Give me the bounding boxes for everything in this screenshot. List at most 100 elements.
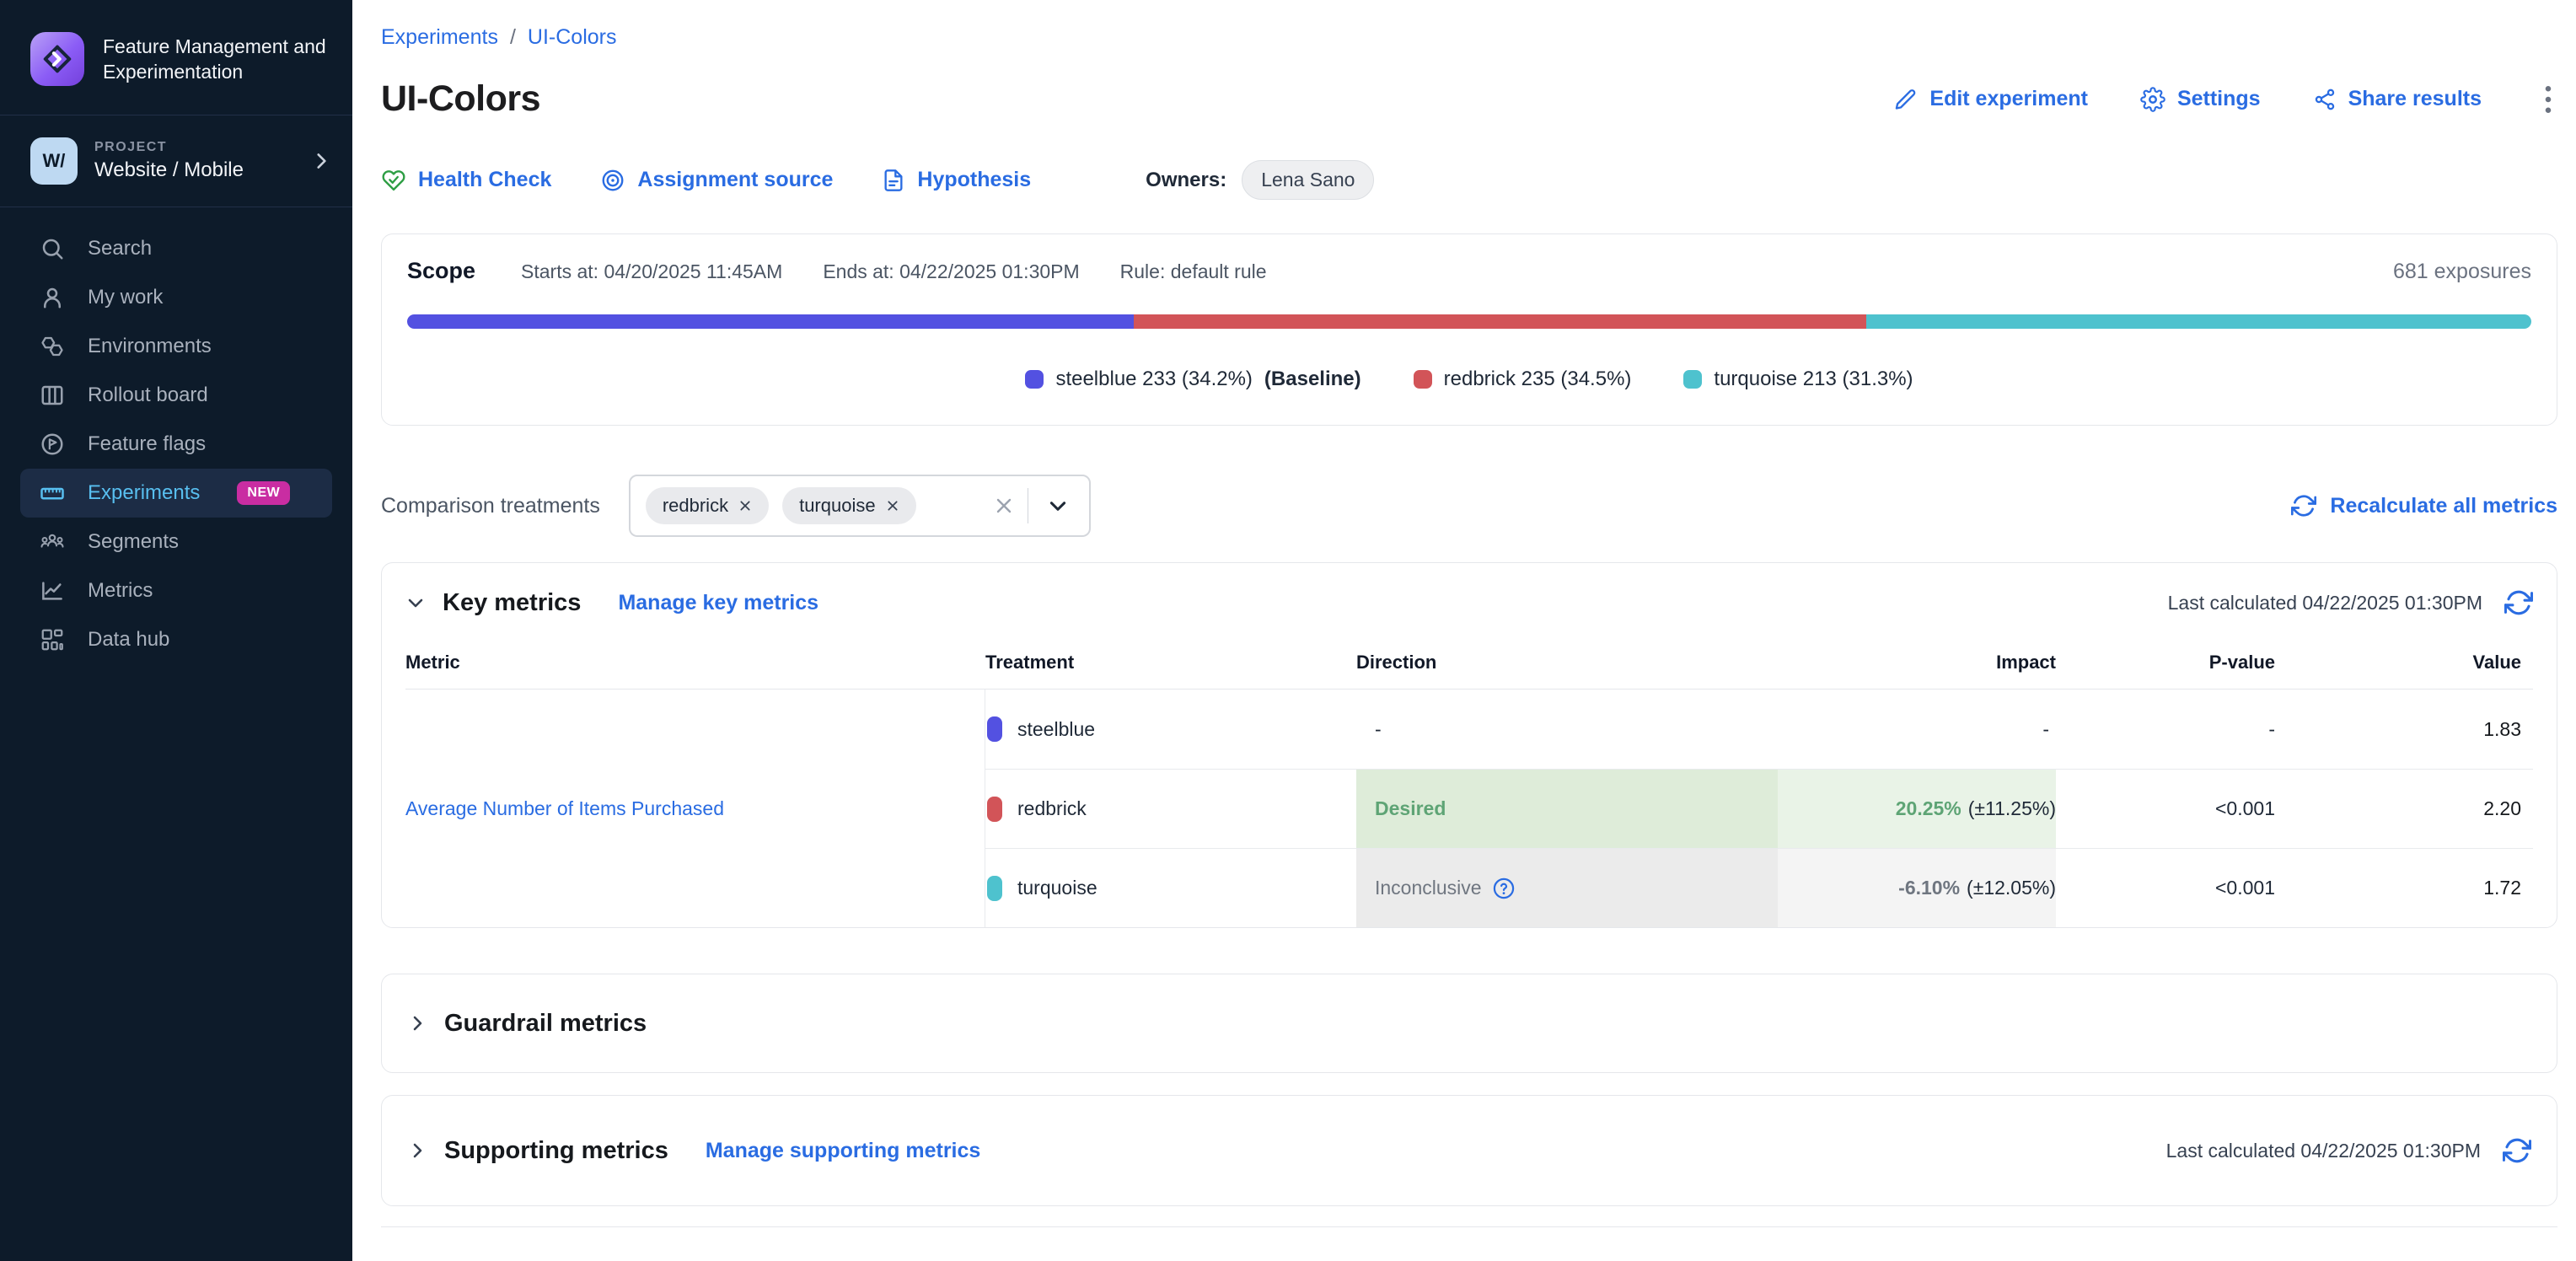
collapse-chevron-down-icon[interactable] xyxy=(405,593,426,613)
sidebar-item-label: My work xyxy=(88,286,163,309)
key-metrics-header: Key metrics Manage key metrics Last calc… xyxy=(382,563,2557,636)
turquoise-swatch xyxy=(1683,370,1702,389)
project-selector[interactable]: W/ PROJECT Website / Mobile xyxy=(0,115,352,207)
sidebar-item-segments[interactable]: Segments xyxy=(20,518,332,566)
treatment-name: turquoise xyxy=(1017,877,1097,899)
supporting-metrics-card[interactable]: Supporting metrics Manage supporting met… xyxy=(381,1095,2557,1206)
metric-cell: Average Number of Items Purchased xyxy=(405,690,985,927)
breadcrumb-experiments-link[interactable]: Experiments xyxy=(381,25,498,50)
redbrick-swatch xyxy=(1414,370,1432,389)
assignment-source-link[interactable]: Assignment source xyxy=(600,168,833,193)
treatment-name: steelblue xyxy=(1017,718,1095,741)
refresh-icon[interactable] xyxy=(2503,1136,2531,1165)
breadcrumb-current-link[interactable]: UI-Colors xyxy=(528,25,617,50)
project-badge: W/ xyxy=(30,137,78,185)
p-value-cell: <0.001 xyxy=(2056,770,2275,848)
settings-button[interactable]: Settings xyxy=(2140,87,2261,112)
scope-starts: Starts at: 04/20/2025 11:45AM xyxy=(521,260,782,283)
divider xyxy=(381,1226,2557,1227)
sidebar-item-label: Data hub xyxy=(88,628,169,652)
table-row: steelblue - - - 1.83 xyxy=(985,690,2533,769)
chip-turquoise[interactable]: turquoise xyxy=(782,487,916,524)
guardrail-metrics-card[interactable]: Guardrail metrics xyxy=(381,974,2557,1073)
refresh-icon[interactable] xyxy=(2504,588,2533,617)
recalculate-label: Recalculate all metrics xyxy=(2330,494,2557,518)
owner-badge[interactable]: Lena Sano xyxy=(1242,160,1374,200)
manage-supporting-metrics-link[interactable]: Manage supporting metrics xyxy=(706,1139,980,1163)
sidebar-item-experiments[interactable]: Experiments NEW xyxy=(20,469,332,518)
collapse-chevron-right-icon[interactable] xyxy=(407,1140,427,1161)
recalculate-all-metrics-button[interactable]: Recalculate all metrics xyxy=(2291,493,2557,518)
heart-check-icon xyxy=(381,168,406,193)
app-logo-icon xyxy=(30,32,84,86)
legend-label: steelblue 233 (34.2%) xyxy=(1055,368,1252,391)
comparison-treatments-label: Comparison treatments xyxy=(381,494,600,518)
sidebar-item-my-work[interactable]: My work xyxy=(20,273,332,322)
scope-ends: Ends at: 04/22/2025 01:30PM xyxy=(823,260,1079,283)
sidebar-item-search[interactable]: Search xyxy=(20,224,332,273)
pencil-icon xyxy=(1894,88,1918,111)
sidebar-item-environments[interactable]: Environments xyxy=(20,322,332,371)
key-metrics-title: Key metrics xyxy=(443,589,581,617)
column-metric: Metric xyxy=(405,652,985,673)
gear-icon xyxy=(2140,87,2165,112)
health-check-link[interactable]: Health Check xyxy=(381,168,551,193)
hypothesis-label: Hypothesis xyxy=(917,168,1031,192)
sidebar: Feature Management and Experimentation W… xyxy=(0,0,352,1261)
legend-label: redbrick 235 (34.5%) xyxy=(1444,368,1632,391)
treatment-name: redbrick xyxy=(1017,797,1087,820)
share-results-label: Share results xyxy=(2348,87,2482,111)
sidebar-item-label: Experiments xyxy=(88,481,200,505)
assignment-source-label: Assignment source xyxy=(637,168,833,192)
impact-cell: -6.10% (±12.05%) xyxy=(1778,849,2056,927)
chevron-down-icon[interactable] xyxy=(1042,495,1074,517)
more-options-button[interactable] xyxy=(2539,80,2557,119)
table-header: Metric Treatment Direction Impact P-valu… xyxy=(405,636,2533,690)
clear-selection-icon[interactable] xyxy=(994,496,1014,516)
share-results-button[interactable]: Share results xyxy=(2313,87,2482,111)
comparison-row: Comparison treatments redbrick turquoise xyxy=(381,475,2557,537)
flag-circle-icon xyxy=(39,432,66,457)
steelblue-swatch xyxy=(987,716,1002,742)
exposures-count: 681 exposures xyxy=(2393,260,2531,284)
breadcrumb: Experiments / UI-Colors xyxy=(381,25,2557,50)
user-icon xyxy=(39,285,66,310)
line-chart-icon xyxy=(39,578,66,604)
metric-name-link[interactable]: Average Number of Items Purchased xyxy=(405,797,724,820)
scope-title: Scope xyxy=(407,258,475,284)
table-row: redbrick Desired 20.25% (±11.25%) <0.001… xyxy=(985,769,2533,848)
last-calculated: Last calculated 04/22/2025 01:30PM xyxy=(2166,1136,2531,1165)
p-value-cell: <0.001 xyxy=(2056,849,2275,927)
comparison-treatments-select[interactable]: redbrick turquoise xyxy=(629,475,1091,537)
sidebar-item-label: Feature flags xyxy=(88,432,206,456)
steelblue-swatch xyxy=(1025,370,1044,389)
last-calculated-text: Last calculated 04/22/2025 01:30PM xyxy=(2166,1140,2481,1162)
hypothesis-link[interactable]: Hypothesis xyxy=(882,168,1031,192)
chip-redbrick[interactable]: redbrick xyxy=(646,487,769,524)
sidebar-item-label: Segments xyxy=(88,530,179,554)
project-eyebrow: PROJECT xyxy=(94,140,293,155)
supporting-metrics-title: Supporting metrics xyxy=(444,1137,668,1165)
table-body: Average Number of Items Purchased steelb… xyxy=(405,690,2533,927)
scope-rule: Rule: default rule xyxy=(1120,260,1267,283)
people-group-icon xyxy=(39,529,66,555)
sidebar-item-feature-flags[interactable]: Feature flags xyxy=(20,420,332,469)
question-circle-icon[interactable] xyxy=(1492,877,1516,900)
legend-item-redbrick: redbrick 235 (34.5%) xyxy=(1414,368,1632,391)
manage-key-metrics-link[interactable]: Manage key metrics xyxy=(618,591,818,615)
chevron-right-icon xyxy=(310,150,332,172)
sidebar-item-metrics[interactable]: Metrics xyxy=(20,566,332,615)
sidebar-nav: Search My work Environments Rollout boar… xyxy=(0,207,352,681)
bullseye-icon xyxy=(600,168,625,193)
value-cell: 1.72 xyxy=(2275,849,2533,927)
owners: Owners: Lena Sano xyxy=(1146,160,1374,200)
app-title: Feature Management and Experimentation xyxy=(103,34,327,84)
remove-turquoise-icon[interactable] xyxy=(886,499,899,512)
sidebar-item-data-hub[interactable]: Data hub xyxy=(20,615,332,664)
collapse-chevron-right-icon[interactable] xyxy=(407,1013,427,1033)
remove-redbrick-icon[interactable] xyxy=(738,499,752,512)
direction-cell: Desired xyxy=(1356,770,1778,848)
sidebar-item-rollout-board[interactable]: Rollout board xyxy=(20,371,332,420)
scope-card: Scope Starts at: 04/20/2025 11:45AM Ends… xyxy=(381,233,2557,426)
edit-experiment-button[interactable]: Edit experiment xyxy=(1894,87,2088,111)
